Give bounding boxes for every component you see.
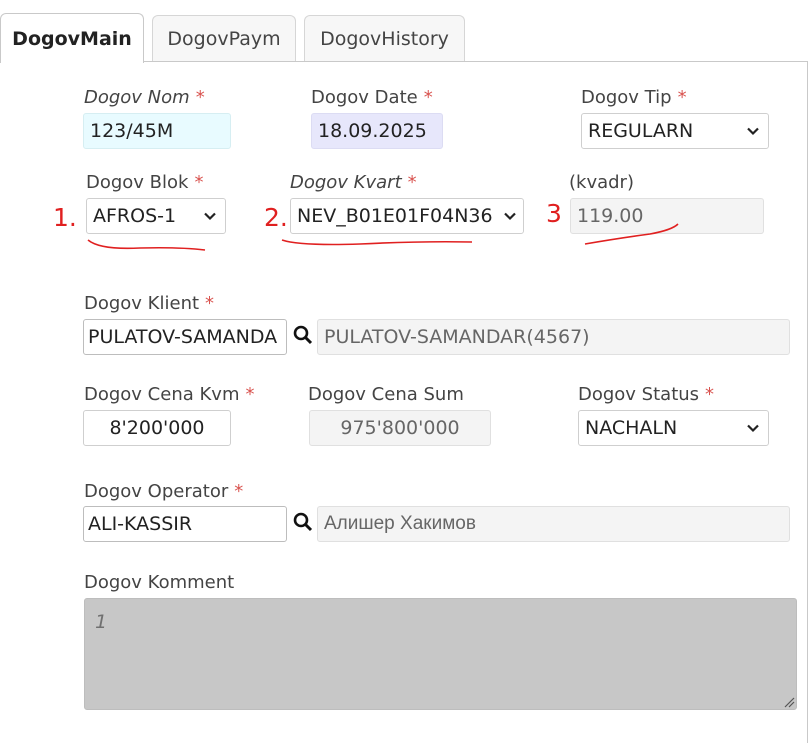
tab-dogovmain[interactable]: DogovMain [0,13,144,63]
cena-sum-label: Dogov Cena Sum [308,384,464,405]
cena-kvm-input[interactable]: 8'200'000 [83,410,231,446]
chevron-down-icon [747,424,759,433]
nom-label: Dogov Nom * [84,87,205,108]
date-label: Dogov Date * [311,87,433,108]
annotation-marker-2: 2. [264,203,288,232]
chevron-down-icon [747,127,759,136]
tab-dogovpaym[interactable]: DogovPaym [152,15,296,61]
tab-label: DogovMain [12,27,132,50]
kvart-label: Dogov Kvart * [290,172,417,193]
klient-label: Dogov Klient * [84,293,215,314]
nom-input[interactable]: 123/45M [83,113,231,149]
date-input[interactable]: 18.09.2025 [311,113,443,149]
klient-display: PULATOV-SAMANDAR(4567) [317,319,790,355]
tab-dogovhistory[interactable]: DogovHistory [304,15,465,61]
search-icon[interactable] [292,511,314,533]
cena-sum-field: 975'800'000 [309,410,491,446]
blok-select[interactable]: AFROS-1 [86,198,226,234]
blok-label: Dogov Blok * [86,172,204,193]
kvart-select[interactable]: NEV_B01E01F04N36 [290,198,524,234]
operator-input[interactable]: ALI-KASSIR [83,506,287,542]
status-label: Dogov Status * [578,384,715,405]
resize-handle-icon[interactable] [783,696,795,708]
komment-label: Dogov Komment [84,572,235,593]
tab-label: DogovHistory [320,27,449,50]
tab-label: DogovPaym [167,27,281,50]
tab-bar: DogovMain DogovPaym DogovHistory [0,0,809,63]
komment-textarea[interactable]: 1 [84,598,797,710]
search-icon[interactable] [292,324,314,346]
annotation-marker-1: 1. [53,203,77,232]
operator-label: Dogov Operator * [84,481,244,502]
chevron-down-icon [204,212,216,221]
annotation-marker-3: 3 [546,199,562,228]
tip-label: Dogov Tip * [581,87,687,108]
kvadr-label: (kvadr) [569,172,634,193]
operator-display: Алишер Хакимов [317,506,790,542]
kvadr-field: 119.00 [570,198,764,234]
cena-kvm-label: Dogov Cena Kvm * [84,384,255,405]
tip-select[interactable]: REGULARN [581,113,769,149]
status-select[interactable]: NACHALN [578,410,769,446]
chevron-down-icon [504,212,516,221]
klient-input[interactable]: PULATOV-SAMANDA [83,319,287,355]
